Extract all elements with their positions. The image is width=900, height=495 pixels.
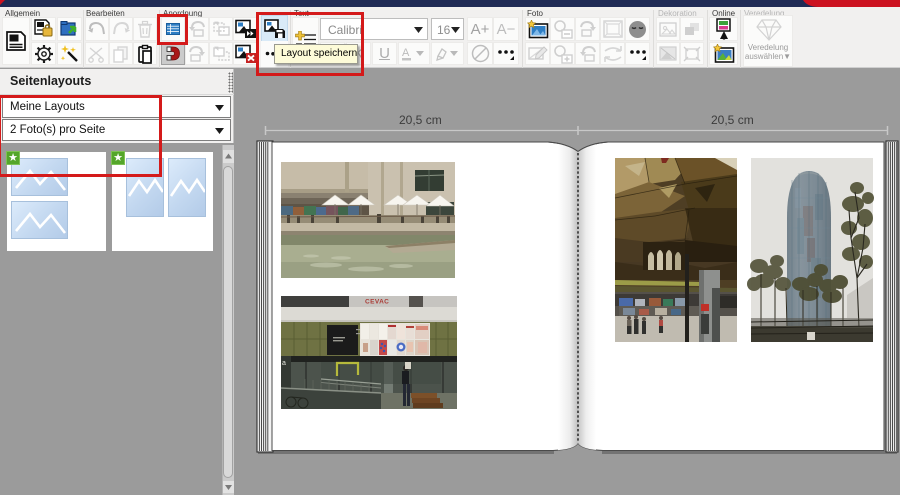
svg-text:A: A — [402, 47, 410, 59]
svg-text:CEVAC: CEVAC — [365, 299, 389, 306]
svg-text:a: a — [282, 360, 286, 367]
